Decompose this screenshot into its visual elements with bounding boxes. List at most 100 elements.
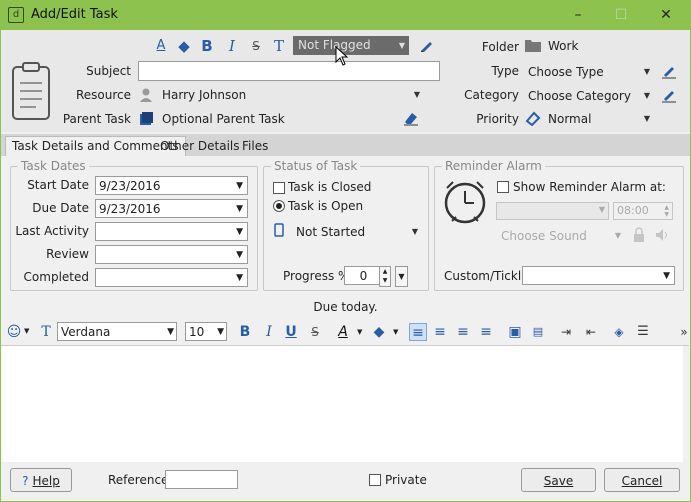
progress-input[interactable]: 0 [344,266,380,285]
title-bar[interactable]: d Add/Edit Task – ☐ ✕ [0,0,691,30]
type-label: Type [491,64,519,78]
show-reminder-label: Show Reminder Alarm at: [513,180,666,194]
help-button[interactable]: ? Help [10,468,72,492]
highlight-icon[interactable]: ◆ [370,323,388,341]
align-center-icon[interactable]: ≡ [431,323,449,341]
private-label: Private [385,473,427,487]
speaker-icon[interactable] [654,227,670,243]
edit-category-pencil-icon[interactable] [661,87,677,103]
comments-editor[interactable] [1,345,689,462]
progress-dropdown-button[interactable]: ▼ [395,266,408,287]
last-activity-field[interactable]: ▼ [95,222,248,241]
task-open-label: Task is Open [288,199,364,213]
lock-icon[interactable] [631,227,647,243]
progress-spinner[interactable]: ▲ ▼ [379,266,391,287]
private-checkbox[interactable] [369,474,381,486]
custom-tickle-field[interactable]: ▼ [522,266,675,285]
priority-value: Normal [548,112,592,126]
task-header: A ◆ B I S T Not Flagged ▼ Subject Resour… [1,30,690,132]
resource-value: Harry Johnson [162,88,247,102]
bold-button[interactable]: B [236,323,254,341]
progress-state-combo[interactable]: Not Started ▼ [296,223,418,241]
chevron-down-icon: ▼ [236,273,243,283]
due-date-value: 9/23/2016 [99,202,161,216]
save-button[interactable]: Save [521,468,596,492]
parent-task-value[interactable]: Optional Parent Task [162,112,285,126]
bullet-list-icon[interactable]: ☰ [634,323,652,341]
cancel-button[interactable]: Cancel [604,468,680,492]
font-color-icon[interactable]: A [151,36,171,56]
tab-files[interactable]: Files [236,137,274,156]
edit-type-pencil-icon[interactable] [661,63,677,79]
emoji-icon[interactable]: ☺ [5,323,23,341]
outdent-icon[interactable]: ⇤ [582,323,600,341]
show-reminder-checkbox[interactable] [497,181,509,193]
type-combo[interactable]: Choose Type ▼ [528,63,650,81]
subject-input[interactable] [138,61,440,81]
dialog-client: A ◆ B I S T Not Flagged ▼ Subject Resour… [1,30,690,501]
category-value: Choose Category [528,89,631,103]
completed-field[interactable]: ▼ [95,268,248,287]
strike-button[interactable]: S [306,323,324,341]
chevron-down-icon: ▼ [398,41,405,50]
font-size-combo[interactable]: 10 ▼ [185,322,227,341]
start-date-label: Start Date [27,178,89,192]
reminder-group: Reminder Alarm Show Reminder Alarm at: ▼… [434,159,684,291]
sound-combo[interactable]: Choose Sound ▼ [501,227,621,245]
font-size-value: 10 [189,325,205,339]
chevron-down-icon: ▼ [167,327,174,337]
chevron-down-icon[interactable]: ▼ [393,328,398,336]
underline-button[interactable]: U [282,323,300,341]
clipboard-icon [11,61,51,121]
maximize-button[interactable]: ☐ [606,4,636,26]
strike-icon[interactable]: S [246,36,266,56]
sound-value: Choose Sound [501,229,587,243]
chevron-down-icon: ▼ [643,67,650,76]
resource-combo[interactable]: Harry Johnson ▼ [162,86,420,104]
reminder-time-field[interactable]: 08:00 ▲ ▼ [613,202,673,220]
folder-icon [525,38,541,52]
spinner-icon: ▲ ▼ [664,204,669,218]
task-closed-checkbox[interactable] [273,182,285,194]
priority-combo[interactable]: Normal ▼ [548,110,650,128]
reminder-date-field[interactable]: ▼ [496,202,609,220]
category-combo[interactable]: Choose Category ▼ [528,87,650,105]
minimize-button[interactable]: – [563,4,593,26]
more-tools-icon[interactable]: » [675,323,691,341]
text-icon[interactable]: T [269,36,289,56]
eraser-icon[interactable] [403,110,419,126]
italic-icon[interactable]: I [222,36,242,56]
justify-icon[interactable]: ≡ [477,323,495,341]
parent-task-icon [139,111,153,125]
text-style-icon[interactable]: T [37,323,55,341]
tab-other-details[interactable]: Other Details [154,137,246,156]
chevron-down-icon[interactable]: ▼ [24,327,29,335]
task-dates-group: Task Dates Start Date 9/23/2016 ▼ Due Da… [10,159,258,291]
fill-color-icon[interactable]: ◆ [174,36,194,56]
edit-pencil-icon[interactable] [419,37,435,53]
insert-image-icon[interactable]: ▣ [506,323,524,341]
indent-icon[interactable]: ⇥ [557,323,575,341]
status-title: Status of Task [271,159,361,173]
start-date-field[interactable]: 9/23/2016 ▼ [95,176,248,195]
editor-scrollbar[interactable] [683,346,689,462]
review-field[interactable]: ▼ [95,245,248,264]
due-date-field[interactable]: 9/23/2016 ▼ [95,199,248,218]
insert-table-icon[interactable]: ▤ [529,323,547,341]
font-family-combo[interactable]: Verdana ▼ [57,322,177,341]
close-button[interactable]: ✕ [651,4,681,26]
flag-dropdown[interactable]: Not Flagged ▼ [293,36,409,55]
chevron-down-icon[interactable]: ▼ [357,328,362,336]
person-icon [138,87,154,103]
window-title: Add/Edit Task [31,7,118,22]
align-left-icon[interactable]: ≡ [409,323,427,341]
font-color-icon[interactable]: A [334,323,352,341]
clear-format-icon[interactable]: ◈ [610,323,628,341]
reference-input[interactable] [165,470,238,489]
save-label: Save [543,474,574,488]
align-right-icon[interactable]: ≡ [454,323,472,341]
folder-value[interactable]: Work [548,39,578,53]
bold-icon[interactable]: B [197,36,217,56]
italic-button[interactable]: I [260,323,278,341]
task-open-radio[interactable] [273,200,285,212]
